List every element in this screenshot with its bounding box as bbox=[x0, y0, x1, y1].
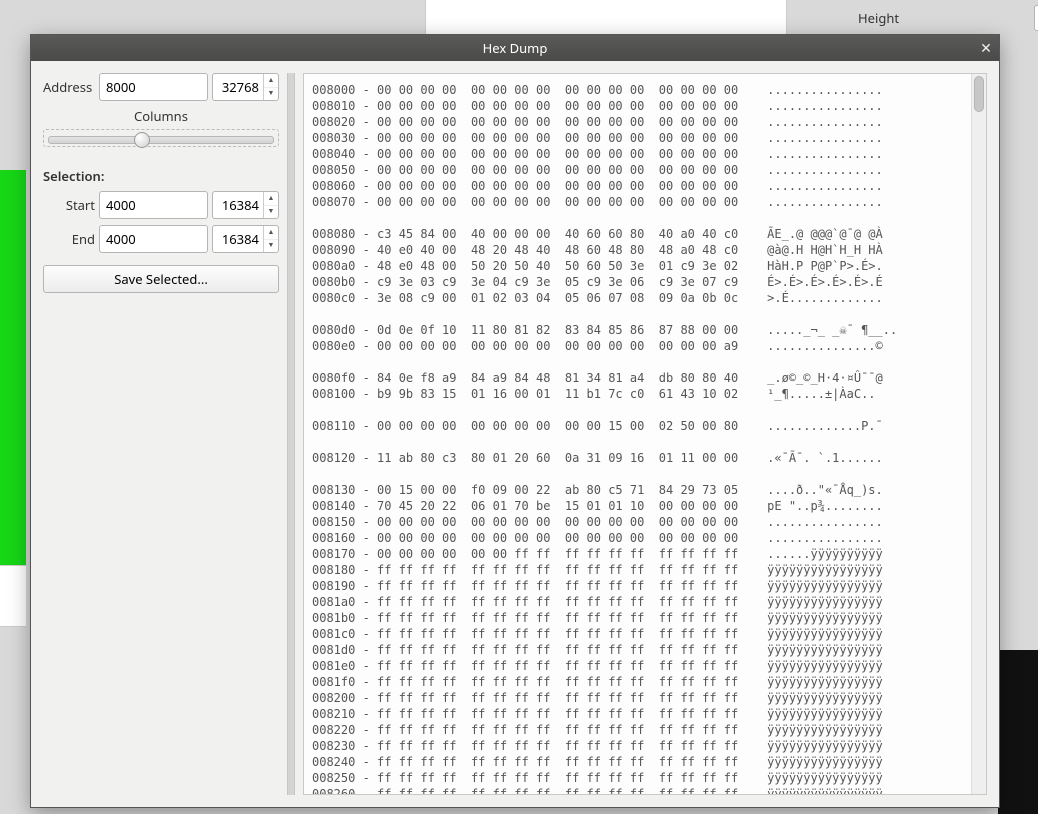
dialog-title: Hex Dump bbox=[483, 39, 548, 57]
splitter[interactable] bbox=[287, 73, 295, 795]
spin-up-icon[interactable]: ▲ bbox=[264, 226, 278, 240]
bg-height-label: Height bbox=[858, 9, 1028, 27]
address-dec-spin[interactable]: ▲ ▼ bbox=[212, 73, 279, 101]
spin-down-icon[interactable]: ▼ bbox=[264, 88, 278, 101]
columns-slider[interactable] bbox=[43, 129, 279, 147]
address-dec-input[interactable] bbox=[213, 74, 263, 100]
address-label: Address bbox=[43, 78, 95, 96]
columns-label: Columns bbox=[43, 107, 279, 125]
bg-dark bbox=[998, 650, 1038, 814]
end-dec-input[interactable] bbox=[213, 226, 263, 252]
address-hex-input[interactable] bbox=[99, 73, 208, 101]
scrollbar-thumb[interactable] bbox=[974, 76, 984, 112]
bg-white bbox=[0, 565, 26, 627]
controls-panel: Address ▲ ▼ Columns Selection: Start bbox=[43, 73, 279, 795]
titlebar[interactable]: Hex Dump ✕ bbox=[31, 35, 999, 61]
end-hex-input[interactable] bbox=[99, 225, 208, 253]
end-label: End bbox=[43, 230, 95, 248]
close-icon[interactable]: ✕ bbox=[977, 39, 995, 57]
hex-dump-dialog: Hex Dump ✕ Address ▲ ▼ Columns bbox=[30, 34, 1000, 808]
scrollbar[interactable] bbox=[971, 74, 986, 794]
end-dec-spin[interactable]: ▲ ▼ bbox=[212, 225, 279, 253]
start-dec-spin[interactable]: ▲ ▼ bbox=[212, 191, 279, 219]
start-hex-input[interactable] bbox=[99, 191, 208, 219]
spin-up-icon[interactable]: ▲ bbox=[264, 192, 278, 206]
start-label: Start bbox=[43, 196, 95, 214]
hex-content[interactable]: 008000 - 00 00 00 00 00 00 00 00 00 00 0… bbox=[304, 74, 971, 794]
slider-thumb[interactable] bbox=[134, 132, 150, 148]
hex-view: 008000 - 00 00 00 00 00 00 00 00 00 00 0… bbox=[303, 73, 987, 795]
hex-text: 008000 - 00 00 00 00 00 00 00 00 00 00 0… bbox=[312, 82, 967, 794]
start-dec-input[interactable] bbox=[213, 192, 263, 218]
spin-down-icon[interactable]: ▼ bbox=[264, 206, 278, 219]
spin-down-icon[interactable]: ▼ bbox=[264, 240, 278, 253]
spin-up-icon[interactable]: ▲ bbox=[264, 74, 278, 88]
bg-green bbox=[0, 170, 26, 565]
bg-height-hex-input[interactable] bbox=[1034, 5, 1038, 31]
selection-header: Selection: bbox=[43, 167, 279, 185]
save-selected-button[interactable]: Save Selected... bbox=[43, 265, 279, 293]
